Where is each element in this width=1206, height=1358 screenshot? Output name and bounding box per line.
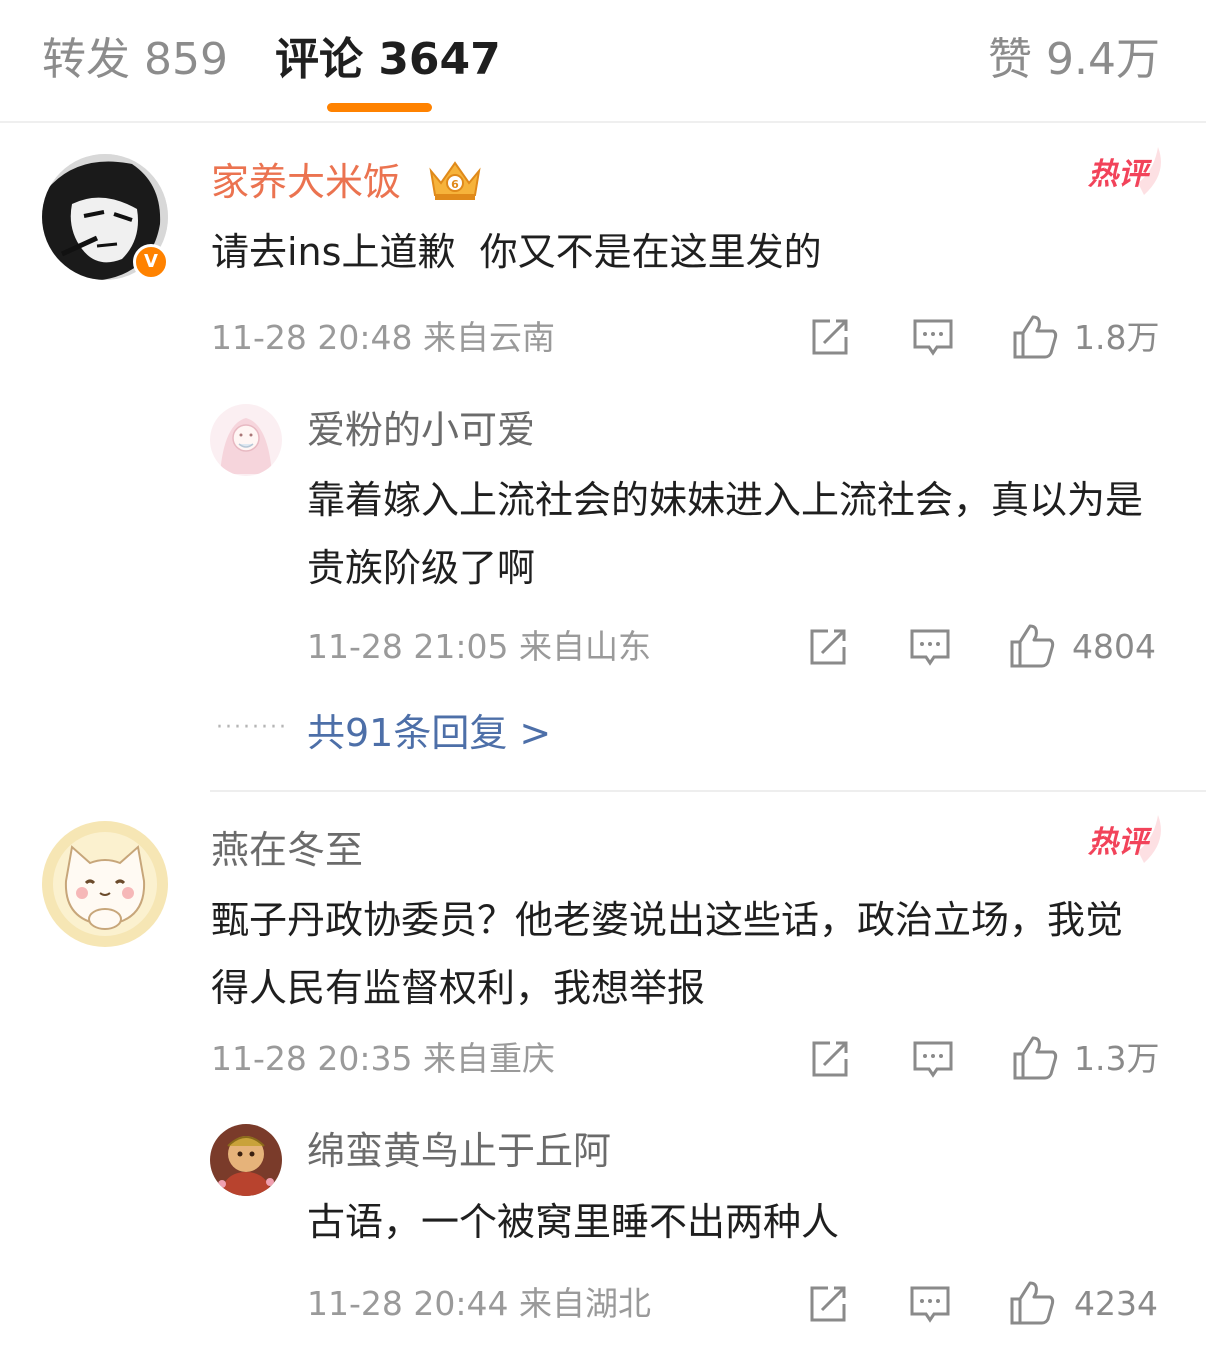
comment-meta: 11-28 20:35 来自重庆 <box>211 1039 555 1078</box>
reply-meta: 11-28 21:05 来自山东 <box>307 627 651 666</box>
reply-icon[interactable] <box>911 315 955 359</box>
reply-username[interactable]: 爱粉的小可爱 <box>307 405 535 455</box>
share-icon[interactable] <box>806 625 850 669</box>
tab-like[interactable]: 赞 9.4万 <box>988 30 1160 90</box>
reply-text: 靠着嫁入上流社会的妹妹进入上流社会，真以为是贵族阶级了啊 <box>307 478 1144 590</box>
hot-comment-icon: 热评 <box>1088 145 1166 201</box>
reply-icon[interactable] <box>908 625 952 669</box>
like-icon[interactable] <box>1011 1034 1059 1082</box>
tab-repost[interactable]: 转发 859 <box>42 30 228 90</box>
comment-divider <box>210 790 1206 792</box>
comment-text: 请去ins上道歉 你又不是在这里发的 <box>211 230 822 274</box>
share-icon[interactable] <box>806 1282 850 1326</box>
reply-username[interactable]: 绵蛮黄鸟止于丘阿 <box>307 1126 611 1176</box>
view-more-replies-link[interactable]: 共91条回复 > <box>307 708 551 758</box>
reply-meta: 11-28 20:44 来自湖北 <box>307 1284 651 1323</box>
avatar[interactable] <box>210 404 282 476</box>
comment-username[interactable]: 燕在冬至 <box>211 825 363 875</box>
share-icon[interactable] <box>808 315 852 359</box>
like-icon[interactable] <box>1008 622 1056 670</box>
active-tab-indicator <box>327 103 432 112</box>
like-count: 1.8万 <box>1074 318 1160 357</box>
like-icon[interactable] <box>1011 313 1059 361</box>
comment-text: 甄子丹政协委员？他老婆说出这些话，政治立场，我觉得人民有监督权利，我想举报 <box>211 898 1124 1010</box>
like-count: 4234 <box>1074 1284 1158 1323</box>
comment-username[interactable]: 家养大米饭 <box>211 157 401 207</box>
tab-bar: 转发 859 评论 3647 赞 9.4万 <box>0 0 1206 123</box>
tab-comment[interactable]: 评论 3647 <box>275 30 501 90</box>
like-count: 1.3万 <box>1074 1039 1160 1078</box>
reply-text: 古语，一个被窝里睡不出两种人 <box>307 1200 840 1244</box>
hot-comment-icon: 热评 <box>1088 813 1166 869</box>
more-dots: ········ <box>216 715 288 740</box>
reply-icon[interactable] <box>911 1037 955 1081</box>
comment-meta: 11-28 20:48 来自云南 <box>211 318 555 357</box>
avatar[interactable] <box>210 1124 282 1196</box>
svg-text:6: 6 <box>451 178 459 191</box>
avatar[interactable] <box>42 821 168 947</box>
vip-crown-icon: 6 <box>427 157 483 203</box>
like-icon[interactable] <box>1008 1279 1056 1327</box>
reply-icon[interactable] <box>908 1282 952 1326</box>
share-icon[interactable] <box>808 1037 852 1081</box>
verified-badge-icon: V <box>133 244 169 280</box>
like-count: 4804 <box>1072 627 1156 666</box>
